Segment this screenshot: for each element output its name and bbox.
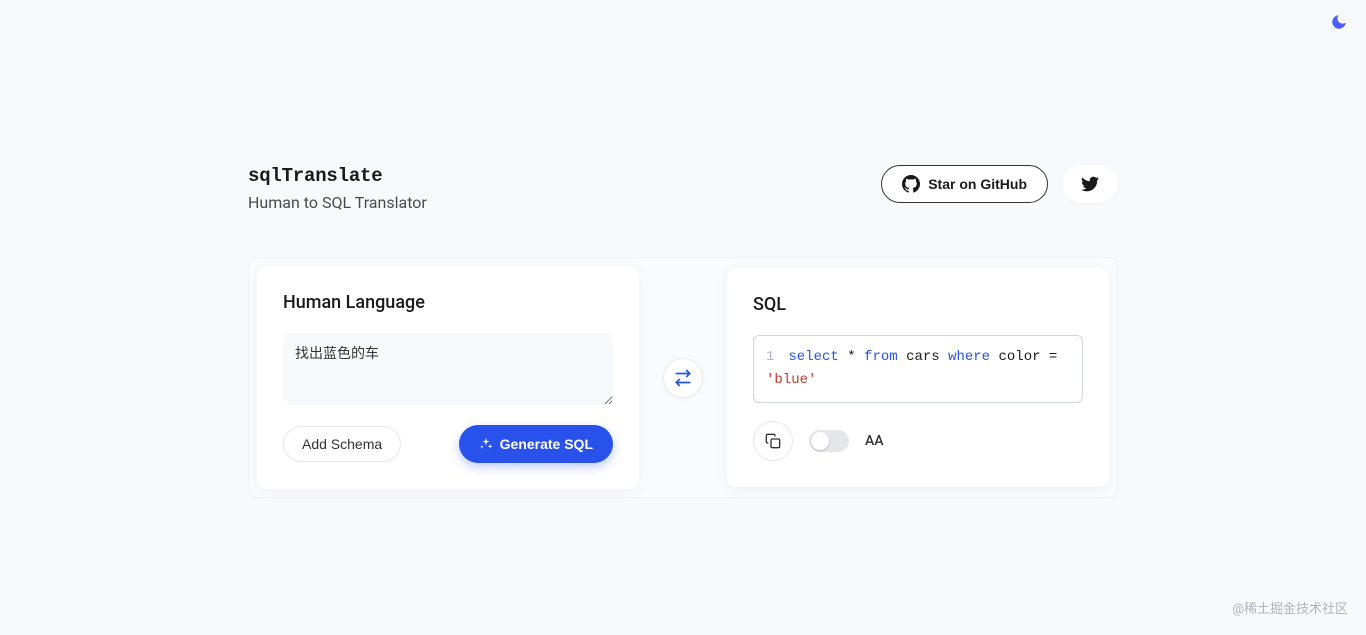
add-schema-button[interactable]: Add Schema <box>283 426 401 462</box>
generate-sql-button[interactable]: Generate SQL <box>459 425 613 463</box>
sql-token: = <box>1049 349 1057 365</box>
sql-string: 'blue' <box>766 372 816 388</box>
input-card: Human Language Add Schema Generate SQL <box>257 266 639 489</box>
uppercase-toggle[interactable] <box>809 430 849 452</box>
page-header: sqlTranslate Human to SQL Translator Sta… <box>248 165 1118 212</box>
github-icon <box>902 175 920 193</box>
swap-direction-button[interactable] <box>663 358 703 398</box>
main-container: sqlTranslate Human to SQL Translator Sta… <box>248 0 1118 498</box>
generate-label: Generate SQL <box>500 436 593 452</box>
twitter-share-button[interactable] <box>1062 165 1118 203</box>
sql-keyword: where <box>948 349 990 365</box>
line-number: 1 <box>766 349 774 365</box>
theme-toggle-button[interactable] <box>1327 10 1351 34</box>
copy-icon <box>765 433 781 449</box>
app-title: sqlTranslate <box>248 165 427 187</box>
input-actions: Add Schema Generate SQL <box>283 425 613 463</box>
github-label: Star on GitHub <box>928 176 1027 192</box>
output-card: SQL 1 select * from cars where color = 'b… <box>727 268 1109 487</box>
github-star-button[interactable]: Star on GitHub <box>881 165 1048 203</box>
sql-token: color <box>999 349 1041 365</box>
app-subtitle: Human to SQL Translator <box>248 193 427 212</box>
watermark-text: @稀土掘金技术社区 <box>1232 598 1348 617</box>
sql-output: 1 select * from cars where color = 'blue' <box>753 335 1083 403</box>
swap-icon <box>674 369 692 387</box>
sql-keyword: select <box>788 349 838 365</box>
sql-keyword: from <box>864 349 898 365</box>
sql-token: * <box>847 349 855 365</box>
twitter-icon <box>1081 175 1099 193</box>
input-card-title: Human Language <box>283 292 613 313</box>
header-actions: Star on GitHub <box>881 165 1118 203</box>
output-card-title: SQL <box>753 294 1083 315</box>
output-actions: AA <box>753 421 1083 461</box>
moon-icon <box>1330 13 1348 31</box>
uppercase-toggle-label: AA <box>865 433 884 449</box>
title-group: sqlTranslate Human to SQL Translator <box>248 165 427 212</box>
toggle-knob <box>811 432 829 450</box>
sparkle-icon <box>479 437 493 451</box>
human-language-input[interactable] <box>283 333 613 405</box>
copy-sql-button[interactable] <box>753 421 793 461</box>
translator-panel: Human Language Add Schema Generate SQL S… <box>248 257 1118 498</box>
sql-token: cars <box>906 349 940 365</box>
